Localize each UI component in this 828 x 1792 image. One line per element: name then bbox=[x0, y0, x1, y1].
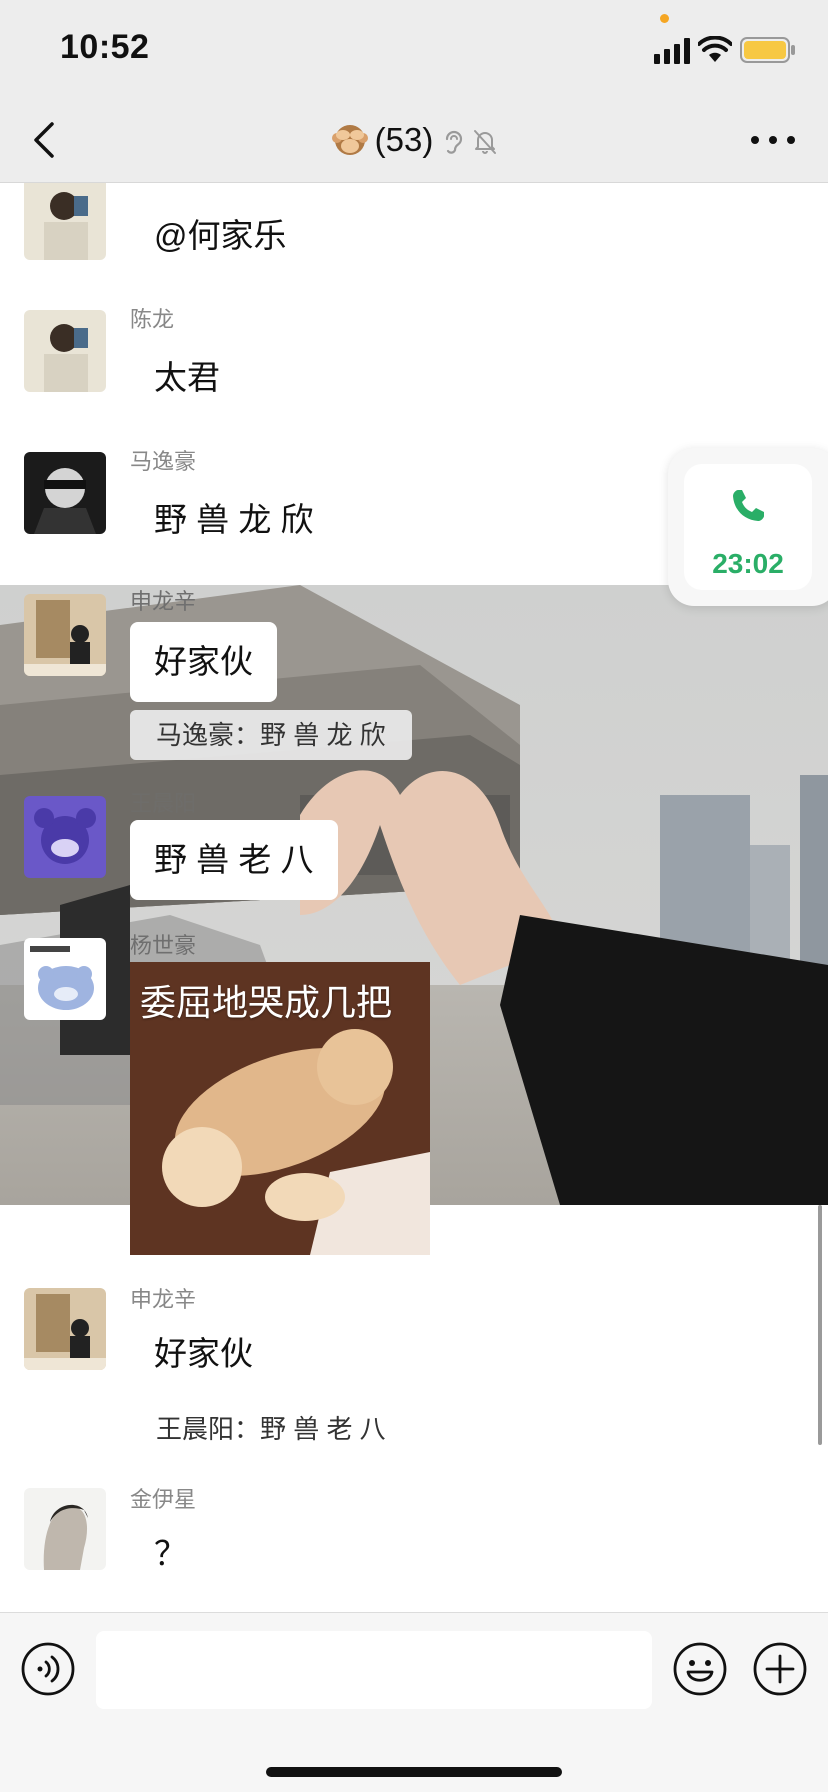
home-indicator[interactable] bbox=[266, 1767, 562, 1777]
sticker-image[interactable]: 委屈地哭成几把 bbox=[130, 962, 430, 1255]
avatar[interactable] bbox=[24, 938, 106, 1020]
message-bubble[interactable]: 野 兽 老 八 bbox=[130, 820, 338, 900]
scrollbar[interactable] bbox=[818, 1205, 822, 1445]
plus-icon[interactable] bbox=[752, 1641, 808, 1697]
member-count: (53) bbox=[374, 121, 434, 158]
emoji-icon[interactable] bbox=[672, 1641, 728, 1697]
call-widget-card[interactable]: 23:02 bbox=[684, 464, 812, 590]
sender-name: 马逸豪 bbox=[130, 449, 197, 474]
more-options-icon[interactable] bbox=[748, 128, 798, 152]
message-text: @何家乐 bbox=[154, 217, 287, 254]
chat-title: (53) bbox=[0, 118, 828, 162]
status-time: 10:52 bbox=[60, 28, 150, 66]
quoted-reply[interactable]: 马逸豪：野 兽 龙 欣 bbox=[130, 710, 412, 760]
sender-name: 王晨阳 bbox=[130, 791, 197, 816]
message-bubble[interactable]: 好家伙 bbox=[130, 622, 277, 702]
privacy-indicator-dot bbox=[660, 14, 669, 23]
ear-icon bbox=[446, 130, 463, 154]
sticker-caption: 委屈地哭成几把 bbox=[140, 982, 393, 1023]
phone-icon bbox=[733, 490, 764, 521]
sender-name: 申龙辛 bbox=[130, 589, 197, 614]
cellular-signal-icon bbox=[654, 38, 690, 64]
sender-name: 金伊星 bbox=[130, 1487, 197, 1512]
avatar[interactable] bbox=[24, 452, 106, 534]
wifi-icon bbox=[698, 36, 732, 62]
message-text: 好家伙 bbox=[154, 1335, 253, 1372]
voice-input-icon[interactable] bbox=[20, 1641, 76, 1697]
muted-bell-icon bbox=[474, 130, 497, 154]
message-text: 太君 bbox=[154, 359, 220, 396]
sender-name: 杨世豪 bbox=[130, 933, 197, 958]
sender-name: 申龙辛 bbox=[130, 1287, 197, 1312]
message-text: ？ bbox=[154, 1535, 187, 1572]
avatar[interactable] bbox=[24, 1488, 106, 1570]
input-bar bbox=[0, 1612, 828, 1792]
quoted-reply[interactable]: 王晨阳：野 兽 老 八 bbox=[130, 1404, 412, 1454]
call-duration: 23:02 bbox=[712, 548, 784, 579]
message-text: 野 兽 龙 欣 bbox=[154, 501, 314, 538]
battery-icon bbox=[740, 37, 795, 63]
avatar[interactable] bbox=[24, 796, 106, 878]
avatar[interactable] bbox=[24, 1288, 106, 1370]
floating-call-widget[interactable]: 23:02 bbox=[668, 448, 828, 606]
top-bar: 10:52 (53) bbox=[0, 0, 828, 183]
see-no-evil-monkey-icon bbox=[331, 125, 368, 155]
sender-name: 陈龙 bbox=[130, 307, 175, 332]
avatar[interactable] bbox=[24, 594, 106, 676]
avatar[interactable] bbox=[24, 178, 106, 260]
avatar[interactable] bbox=[24, 310, 106, 392]
message-input[interactable] bbox=[96, 1631, 652, 1709]
